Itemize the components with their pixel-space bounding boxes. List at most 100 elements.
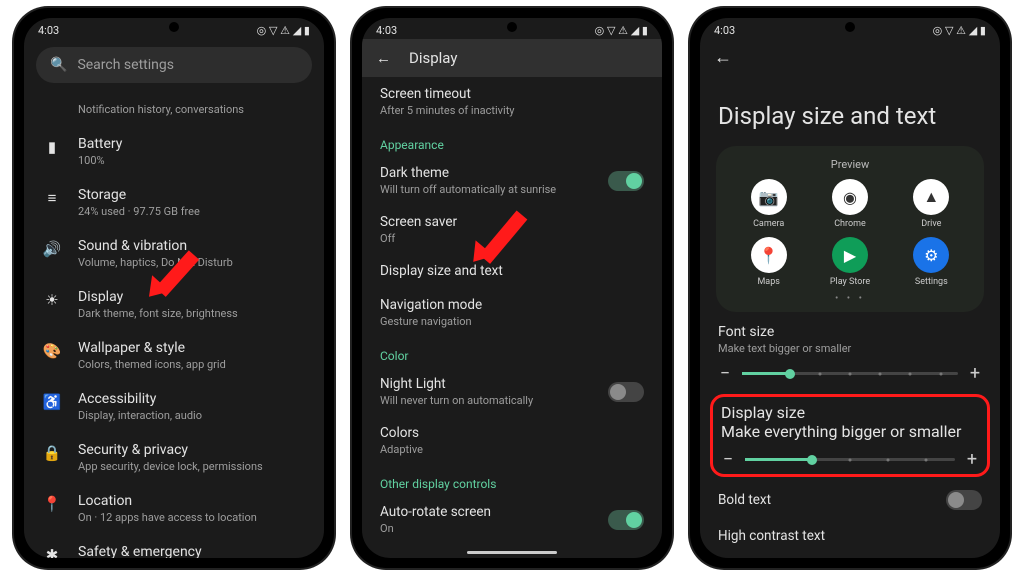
settings-row[interactable]: ✱ Safety & emergency bbox=[24, 534, 324, 558]
app-name: Drive bbox=[921, 219, 941, 229]
bold-text-label: Bold text bbox=[718, 492, 771, 508]
camera-notch bbox=[169, 22, 179, 32]
app-icon-play-store[interactable]: ▶ Play Store bbox=[811, 237, 888, 287]
row-subtitle: App security, device lock, permissions bbox=[78, 460, 263, 473]
toggle[interactable] bbox=[608, 382, 644, 402]
row-title: Safety & emergency bbox=[78, 544, 202, 558]
display-size-slider[interactable] bbox=[745, 458, 955, 461]
display-row[interactable]: ColorsAdaptive bbox=[362, 416, 662, 465]
preview-card: Preview 📷Camera◉Chrome ▲ Drive 📍 Maps ▶ Play S… bbox=[716, 146, 984, 312]
minus-icon[interactable]: − bbox=[718, 363, 732, 384]
app-icon: 📍 bbox=[751, 237, 787, 273]
row-title: Dark theme bbox=[380, 165, 556, 181]
font-size-subtitle: Make text bigger or smaller bbox=[718, 342, 982, 355]
app-icon: 📷 bbox=[751, 179, 787, 215]
back-icon[interactable]: ← bbox=[376, 49, 391, 67]
app-icon-settings[interactable]: ⚙Settings bbox=[893, 237, 970, 287]
home-indicator[interactable] bbox=[467, 551, 557, 554]
header-title: Display bbox=[409, 49, 457, 67]
bold-text-row[interactable]: Bold text bbox=[700, 481, 1000, 519]
row-icon: 🎨 bbox=[42, 342, 62, 360]
row-title: Battery bbox=[78, 136, 122, 152]
row-title: Screen timeout bbox=[380, 86, 515, 102]
settings-row[interactable]: ≡Storage24% used · 97.75 GB free bbox=[24, 177, 324, 228]
page-dots-icon: • • • bbox=[724, 293, 976, 304]
row-title: Auto-rotate screen bbox=[380, 504, 491, 520]
plus-icon[interactable]: + bbox=[968, 363, 982, 384]
display-row[interactable]: Navigation modeGesture navigation bbox=[362, 288, 662, 337]
settings-row[interactable]: Notification history, conversations bbox=[24, 91, 324, 126]
row-subtitle: Display, interaction, audio bbox=[78, 409, 202, 422]
row-icon: 🔒 bbox=[42, 444, 62, 462]
row-title: Storage bbox=[78, 187, 200, 203]
row-icon: ✱ bbox=[42, 546, 62, 558]
search-icon: 🔍 bbox=[50, 57, 67, 73]
status-time: 4:03 bbox=[714, 24, 735, 37]
app-icon: ◉ bbox=[832, 179, 868, 215]
row-subtitle: Will never turn on automatically bbox=[380, 394, 533, 407]
camera-notch bbox=[507, 22, 517, 32]
row-title: Screen saver bbox=[380, 214, 457, 230]
settings-row[interactable]: ♿AccessibilityDisplay, interaction, audi… bbox=[24, 381, 324, 432]
status-icons: ◎ ▽ ⚠ ◢ ▮ bbox=[933, 24, 986, 37]
minus-icon[interactable]: − bbox=[721, 449, 735, 470]
display-row[interactable]: Display size and text bbox=[362, 254, 662, 288]
high-contrast-label: High contrast text bbox=[718, 528, 825, 544]
app-grid: 📷Camera◉Chrome ▲ Drive 📍 Maps ▶ Play Store ⚙Set… bbox=[724, 179, 976, 287]
row-subtitle: Off bbox=[380, 232, 457, 245]
display-row[interactable]: Dark themeWill turn off automatically at… bbox=[362, 156, 662, 205]
high-contrast-row[interactable]: High contrast text bbox=[700, 519, 1000, 553]
app-name: Maps bbox=[757, 277, 779, 287]
row-title: Sound & vibration bbox=[78, 238, 233, 254]
row-subtitle: On · 12 apps have access to location bbox=[78, 511, 257, 524]
display-row[interactable]: Auto-rotate screen On bbox=[362, 495, 662, 544]
row-subtitle: Dark theme, font size, brightness bbox=[78, 307, 238, 320]
row-icon: ☀ bbox=[42, 291, 62, 309]
row-subtitle: 24% used · 97.75 GB free bbox=[78, 205, 200, 218]
app-icon: ⚙ bbox=[913, 237, 949, 273]
row-title: Navigation mode bbox=[380, 297, 482, 313]
row-title: Wallpaper & style bbox=[78, 340, 226, 356]
font-size-slider[interactable] bbox=[742, 372, 958, 375]
display-row[interactable]: Screen timeoutAfter 5 minutes of inactiv… bbox=[362, 77, 662, 126]
row-title: Accessibility bbox=[78, 391, 202, 407]
highlight-annotation: Display size Make everything bigger or s… bbox=[710, 394, 990, 477]
phone-3: 4:03 ◎ ▽ ⚠ ◢ ▮ ← Display size and text P… bbox=[690, 8, 1010, 568]
row-subtitle: On bbox=[380, 522, 491, 535]
app-icon-camera[interactable]: 📷Camera bbox=[730, 179, 807, 229]
row-icon: ▮ bbox=[42, 138, 62, 156]
app-icon-chrome[interactable]: ◉Chrome bbox=[811, 179, 888, 229]
plus-icon[interactable]: + bbox=[965, 449, 979, 470]
status-time: 4:03 bbox=[38, 24, 59, 37]
row-subtitle: Colors, themed icons, app grid bbox=[78, 358, 226, 371]
header-bar: ← Display bbox=[362, 39, 662, 77]
display-row[interactable]: Night Light Will never turn on automatica… bbox=[362, 367, 662, 416]
row-subtitle: Adaptive bbox=[380, 443, 423, 456]
settings-row[interactable]: 📍LocationOn · 12 apps have access to loc… bbox=[24, 483, 324, 534]
display-size-title: Display size bbox=[721, 403, 979, 422]
bold-text-toggle[interactable] bbox=[946, 490, 982, 510]
app-icon: ▶ bbox=[832, 237, 868, 273]
app-icon-drive[interactable]: ▲ Drive bbox=[893, 179, 970, 229]
preview-label: Preview bbox=[724, 158, 976, 171]
back-icon[interactable]: ← bbox=[714, 47, 732, 68]
row-title: Security & privacy bbox=[78, 442, 263, 458]
settings-row[interactable]: ▮ Battery 100% bbox=[24, 126, 324, 177]
toggle[interactable] bbox=[608, 171, 644, 191]
settings-row[interactable]: 🎨 Wallpaper & style Colors, themed icons, … bbox=[24, 330, 324, 381]
app-icon-maps[interactable]: 📍 Maps bbox=[730, 237, 807, 287]
status-time: 4:03 bbox=[376, 24, 397, 37]
row-title: Night Light bbox=[380, 376, 533, 392]
row-subtitle: 100% bbox=[78, 154, 122, 167]
settings-row[interactable]: 🔒 Security & privacy App security, device … bbox=[24, 432, 324, 483]
row-title: Location bbox=[78, 493, 257, 509]
section-other: Other display controls bbox=[362, 465, 662, 495]
display-settings-screen: 4:03 ◎ ▽ ⚠ ◢ ▮ ← Display Screen timeoutA… bbox=[362, 18, 662, 558]
app-icon: ▲ bbox=[913, 179, 949, 215]
app-name: Play Store bbox=[830, 277, 870, 287]
section-appearance: Appearance bbox=[362, 126, 662, 156]
display-size-screen: 4:03 ◎ ▽ ⚠ ◢ ▮ ← Display size and text P… bbox=[700, 18, 1000, 558]
toggle[interactable] bbox=[608, 510, 644, 530]
row-icon: 🔊 bbox=[42, 240, 62, 258]
search-settings[interactable]: 🔍 Search settings bbox=[36, 47, 312, 83]
